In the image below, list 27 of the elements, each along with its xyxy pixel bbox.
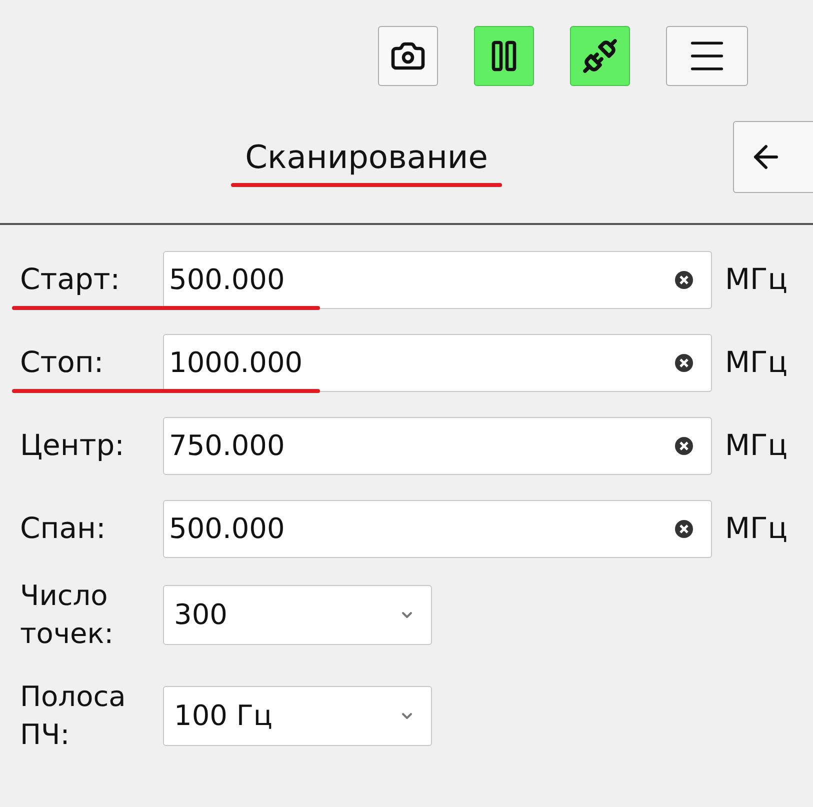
dropdown[interactable]: 300 <box>163 585 432 645</box>
unit-label: МГц <box>725 510 788 548</box>
camera-button[interactable] <box>378 26 438 86</box>
pause-button[interactable] <box>474 26 534 86</box>
clear-icon <box>675 520 693 538</box>
plug-icon <box>582 38 618 74</box>
value-field[interactable]: 1000.000 <box>163 334 712 392</box>
field-label: Спан: <box>20 510 107 548</box>
menu-button[interactable] <box>666 26 748 86</box>
connect-button[interactable] <box>570 26 630 86</box>
unit-label: МГц <box>725 261 788 298</box>
panel-title: Сканирование <box>245 137 488 177</box>
value-field[interactable]: 500.000 <box>163 500 712 558</box>
back-button[interactable] <box>733 121 813 193</box>
clear-icon <box>675 437 693 455</box>
dropdown[interactable]: 100 Гц <box>163 686 432 746</box>
field-label: Число точек: <box>20 578 115 652</box>
clear-icon <box>675 354 693 372</box>
value-field[interactable]: 750.000 <box>163 417 712 475</box>
value-field[interactable]: 500.000 <box>163 251 712 309</box>
unit-label: МГц <box>725 344 788 382</box>
field-label: Старт: <box>20 261 121 298</box>
field-label: Стоп: <box>20 344 105 382</box>
clear-icon <box>675 271 693 289</box>
field-label: Центр: <box>20 427 126 464</box>
field-label: Полоса ПЧ: <box>20 679 127 753</box>
unit-label: МГц <box>725 427 788 464</box>
